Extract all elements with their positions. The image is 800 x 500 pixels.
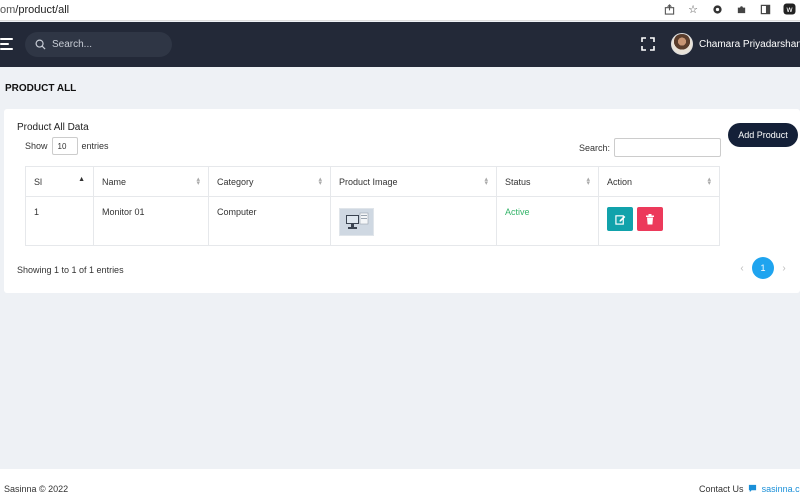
cell-status: Active xyxy=(496,196,599,246)
sort-icon: ▴ ▾ xyxy=(196,176,200,187)
header-search[interactable] xyxy=(25,32,172,57)
share-icon[interactable] xyxy=(662,2,676,16)
sort-asc-icon: ▲ xyxy=(78,176,85,183)
next-page-button[interactable]: › xyxy=(774,263,794,274)
product-card: Product All Data Add Product Show 10 ent… xyxy=(4,109,800,293)
page-title: PRODUCT ALL xyxy=(5,83,77,94)
copyright-text: Sasinna © 2022 xyxy=(4,484,69,494)
chat-icon xyxy=(748,484,757,493)
card-title: Product All Data xyxy=(17,122,89,133)
cell-product-image xyxy=(330,196,497,246)
delete-button[interactable] xyxy=(636,207,663,231)
extension-icon[interactable] xyxy=(710,2,724,16)
table-search-label: Search: xyxy=(579,142,611,153)
page-length-control: Show 10 entries xyxy=(25,137,109,155)
status-badge: Active xyxy=(505,207,530,217)
column-label: Action xyxy=(607,176,633,187)
search-input[interactable] xyxy=(52,39,162,50)
table-search-input[interactable] xyxy=(614,138,722,157)
column-header-name[interactable]: Name ▴ ▾ xyxy=(93,166,209,197)
sort-icon: ▴ ▾ xyxy=(586,176,590,187)
url-path: /product/all xyxy=(15,4,70,16)
trash-icon xyxy=(645,213,654,224)
column-header-action[interactable]: Action ▴ ▾ xyxy=(598,166,720,197)
menu-toggle-icon[interactable] xyxy=(0,38,13,50)
add-product-button[interactable]: Add Product xyxy=(728,123,798,147)
browser-address-bar: om/product/all ☆ w xyxy=(0,0,800,21)
svg-text:w: w xyxy=(786,5,793,14)
sort-icon: ▴ ▾ xyxy=(707,176,711,187)
avatar[interactable] xyxy=(671,33,693,55)
entries-label: entries xyxy=(81,141,109,151)
edit-button[interactable] xyxy=(607,207,633,231)
profile-extension-icon[interactable]: w xyxy=(782,2,796,16)
entries-select[interactable]: 10 xyxy=(51,137,78,155)
url-host: om xyxy=(0,4,16,16)
edit-icon xyxy=(614,214,625,225)
contact-link[interactable]: sasinna.co xyxy=(762,484,800,494)
column-label: Category xyxy=(217,176,254,187)
table-search: Search: xyxy=(579,138,722,157)
cell-action xyxy=(598,196,720,246)
column-label: Product Image xyxy=(339,176,398,187)
product-table: Sl ▲ Name ▴ ▾ Category ▴ ▾ Product Image ▴ ▾ St… xyxy=(25,166,720,246)
sidebar-icon[interactable] xyxy=(758,2,772,16)
product-thumbnail xyxy=(339,208,374,236)
column-label: Status xyxy=(505,176,531,187)
prev-page-button[interactable]: ‹ xyxy=(732,263,752,274)
footer: Sasinna © 2022 Contact Us sasinna.co xyxy=(0,469,800,500)
top-navbar: Chamara Priyadarshana xyxy=(0,22,800,67)
table-info: Showing 1 to 1 of 1 entries xyxy=(17,265,124,275)
puzzle-icon[interactable] xyxy=(734,2,748,16)
contact-label: Contact Us xyxy=(699,484,744,494)
pagination: ‹ 1 › xyxy=(732,257,794,279)
column-header-sl[interactable]: Sl ▲ xyxy=(25,166,94,197)
column-header-product-image[interactable]: Product Image ▴ ▾ xyxy=(330,166,497,197)
sort-icon: ▴ ▾ xyxy=(318,176,322,187)
column-header-status[interactable]: Status ▴ ▾ xyxy=(496,166,599,197)
bookmark-star-icon[interactable]: ☆ xyxy=(686,2,700,16)
cell-name: Monitor 01 xyxy=(93,196,209,246)
show-label: Show xyxy=(25,141,48,151)
cell-sl: 1 xyxy=(25,196,94,246)
contact-us: Contact Us sasinna.co xyxy=(699,484,800,494)
column-header-category[interactable]: Category ▴ ▾ xyxy=(208,166,331,197)
sort-icon: ▴ ▾ xyxy=(484,176,488,187)
fullscreen-icon[interactable] xyxy=(641,37,655,51)
user-name[interactable]: Chamara Priyadarshana xyxy=(699,39,800,50)
table-header-row: Sl ▲ Name ▴ ▾ Category ▴ ▾ Product Image ▴ ▾ St… xyxy=(25,166,720,197)
cell-category: Computer xyxy=(208,196,331,246)
browser-url[interactable]: om/product/all xyxy=(0,4,69,16)
table-row: 1 Monitor 01 Computer Active xyxy=(25,196,720,246)
page-button-current[interactable]: 1 xyxy=(752,257,774,279)
column-label: Sl xyxy=(34,176,43,187)
search-icon xyxy=(35,39,46,50)
column-label: Name xyxy=(102,176,127,187)
